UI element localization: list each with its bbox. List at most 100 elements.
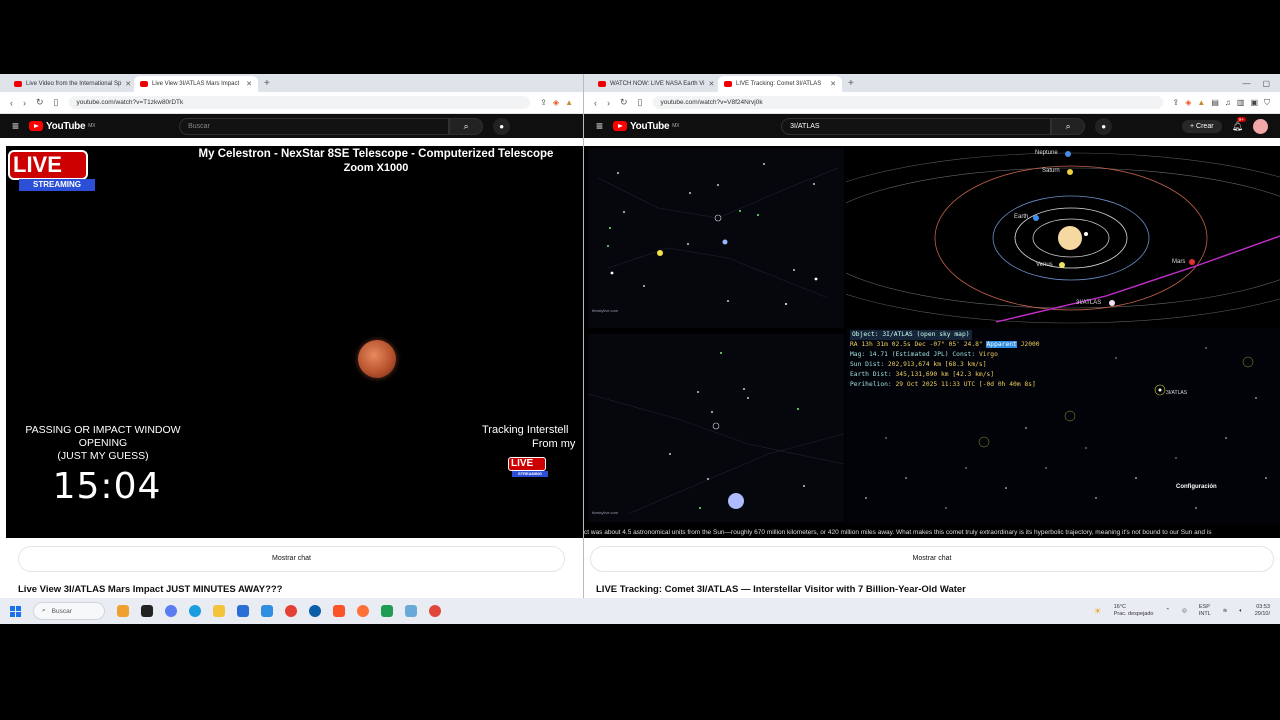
- back-icon[interactable]: ‹: [594, 98, 597, 108]
- tab-title: Live Video from the International Sp: [26, 81, 122, 87]
- left-browser-window: Live Video from the International Sp ✕ L…: [0, 74, 584, 598]
- firefox-icon[interactable]: [357, 605, 369, 617]
- info-mag-row: Mag: 14.71 (Estimated JPL) Const: Virgo: [850, 350, 1090, 360]
- rewards-icon[interactable]: ▲: [565, 98, 573, 107]
- window-controls: — ▢: [1242, 79, 1280, 88]
- clock[interactable]: 03:53 29/10/: [1255, 604, 1270, 618]
- url-field[interactable]: youtube.com/watch?v=V8f24Nrvj0k: [652, 96, 1163, 109]
- window-text-line1: PASSING OR IMPACT WINDOW: [25, 424, 181, 436]
- youtube-logo[interactable]: YouTube MX: [29, 121, 95, 132]
- music-icon[interactable]: ♫: [1225, 98, 1231, 108]
- brave-icon[interactable]: [333, 605, 345, 617]
- brave-shield-icon[interactable]: ◈: [1185, 98, 1191, 108]
- new-tab-icon[interactable]: +: [844, 78, 858, 89]
- left-tab-2[interactable]: Live View 3I/ATLAS Mars Impact ✕: [134, 76, 258, 92]
- brave-shield-icon[interactable]: ◈: [553, 98, 559, 107]
- apparent-toggle[interactable]: Apparent: [986, 341, 1017, 348]
- close-tab-icon[interactable]: ✕: [125, 80, 131, 88]
- right-tab-1[interactable]: WATCH NOW: LIVE NASA Earth Vi ✕: [592, 76, 716, 92]
- windows-start-icon[interactable]: [10, 605, 21, 617]
- url-field[interactable]: youtube.com/watch?v=T1zkw80rDTk: [68, 96, 531, 109]
- search-icon[interactable]: ⌕: [1051, 117, 1086, 135]
- store-icon[interactable]: [237, 605, 249, 617]
- show-chat-button[interactable]: Mostrar chat: [590, 546, 1274, 572]
- rewards-icon[interactable]: ▲: [1197, 98, 1205, 108]
- close-tab-icon[interactable]: ✕: [708, 80, 714, 88]
- search-input[interactable]: 3I/ATLAS: [781, 117, 1052, 135]
- task-view-icon[interactable]: [141, 605, 153, 617]
- reload-icon[interactable]: ↻: [620, 97, 628, 108]
- share-icon[interactable]: ⇪: [540, 98, 547, 107]
- microphone-icon[interactable]: ●: [493, 117, 511, 135]
- dell-icon[interactable]: [309, 605, 321, 617]
- menu-icon[interactable]: ≡: [596, 119, 603, 133]
- search-input[interactable]: Buscar: [179, 117, 450, 135]
- taskbar-search[interactable]: ⌕ Buscar: [33, 602, 105, 620]
- avatar[interactable]: [1253, 118, 1268, 134]
- epoch-toggle[interactable]: J2000: [1021, 341, 1040, 348]
- widgets-icon[interactable]: [117, 605, 129, 617]
- youtube-logo[interactable]: YouTube MX: [613, 121, 679, 132]
- edge-icon[interactable]: [189, 605, 201, 617]
- app-icon[interactable]: [261, 605, 273, 617]
- comet-info-panel: Object: 3I/ATLAS (open sky map) RA 13h 3…: [846, 328, 1280, 524]
- sidebar-icon[interactable]: ▤: [1211, 98, 1219, 108]
- photos-icon[interactable]: [405, 605, 417, 617]
- info-const-label: Const:: [952, 351, 976, 358]
- left-address-bar: ‹ › ↻ ▯ youtube.com/watch?v=T1zkw80rDTk …: [0, 92, 583, 114]
- weather-desc: Prac. despejado: [1113, 611, 1154, 617]
- search-icon[interactable]: ⌕: [449, 117, 484, 135]
- video-heading-line1: My Celestron - NexStar 8SE Telescope - C…: [198, 148, 554, 160]
- left-tab-1[interactable]: Live Video from the International Sp ✕: [8, 76, 132, 92]
- volume-icon[interactable]: 🔈︎: [1239, 608, 1242, 615]
- open-sky-map-link[interactable]: (open sky map): [916, 331, 969, 338]
- video-title: LIVE Tracking: Comet 3I/ATLAS — Interste…: [596, 584, 966, 595]
- right-tabstrip: WATCH NOW: LIVE NASA Earth Vi ✕ LIVE Tra…: [584, 74, 1280, 92]
- reload-icon[interactable]: ↻: [36, 97, 44, 108]
- spreadsheet-icon[interactable]: [381, 605, 393, 617]
- media-icon[interactable]: [429, 605, 441, 617]
- file-explorer-icon[interactable]: [213, 605, 225, 617]
- side-text-line2: From my: [532, 438, 576, 450]
- vpn-icon[interactable]: ⛉: [1264, 98, 1270, 108]
- microphone-icon[interactable]: ●: [1095, 117, 1113, 135]
- chrome-icon[interactable]: [285, 605, 297, 617]
- reader-icon[interactable]: ▥: [1237, 98, 1245, 108]
- network-icon[interactable]: ◎: [1182, 608, 1187, 614]
- bookmark-icon[interactable]: ▯: [638, 97, 643, 108]
- info-mag-source: (Estimated JPL): [891, 351, 949, 358]
- chevron-up-icon[interactable]: ⌃: [1165, 608, 1170, 614]
- taskbar-search-placeholder: Buscar: [51, 607, 72, 615]
- saturn-label: Saturn: [1042, 168, 1060, 174]
- forward-icon[interactable]: ›: [23, 98, 26, 108]
- config-label[interactable]: Configuración: [1176, 484, 1217, 490]
- minimize-icon[interactable]: —: [1242, 79, 1250, 88]
- lang-code: ESP: [1198, 604, 1210, 610]
- wallet-icon[interactable]: ▣: [1250, 98, 1258, 108]
- sky-map-top: theskylive.com: [588, 148, 844, 328]
- back-icon[interactable]: ‹: [10, 98, 13, 108]
- share-icon[interactable]: ⇪: [1173, 98, 1180, 108]
- forward-icon[interactable]: ›: [607, 98, 610, 108]
- close-tab-icon[interactable]: ✕: [246, 80, 252, 88]
- notifications-icon[interactable]: 🔔︎ 9+: [1232, 116, 1246, 132]
- right-video-player[interactable]: theskylive.com theskylive.com Neptune Sa…: [584, 146, 1280, 538]
- weather-temp: 16°C: [1113, 604, 1126, 610]
- wifi-icon[interactable]: ≋: [1223, 608, 1228, 614]
- create-button[interactable]: + Crear: [1182, 119, 1222, 133]
- new-tab-icon[interactable]: +: [260, 78, 274, 89]
- video-title: Live View 3I/ATLAS Mars Impact JUST MINU…: [18, 584, 283, 595]
- extensions-area: ⇪ ◈ ▲ ▤ ♫ ▥ ▣ ⛉: [1173, 98, 1270, 108]
- sky-map-bottom-chart: [587, 352, 845, 515]
- right-tab-2[interactable]: LIVE Tracking: Comet 3I/ATLAS ✕: [718, 76, 842, 92]
- left-video-player[interactable]: LIVE STREAMING My Celestron - NexStar 8S…: [6, 146, 583, 538]
- sun-dist-label: Sun Dist:: [850, 361, 885, 368]
- show-chat-button[interactable]: Mostrar chat: [18, 546, 565, 572]
- close-tab-icon[interactable]: ✕: [830, 80, 836, 88]
- weather-widget[interactable]: 16°C Prac. despejado: [1114, 604, 1154, 618]
- menu-icon[interactable]: ≡: [12, 119, 19, 133]
- bookmark-icon[interactable]: ▯: [54, 97, 59, 108]
- maximize-icon[interactable]: ▢: [1262, 79, 1270, 88]
- language-indicator[interactable]: ESP INTL: [1199, 604, 1211, 618]
- copilot-icon[interactable]: [165, 605, 177, 617]
